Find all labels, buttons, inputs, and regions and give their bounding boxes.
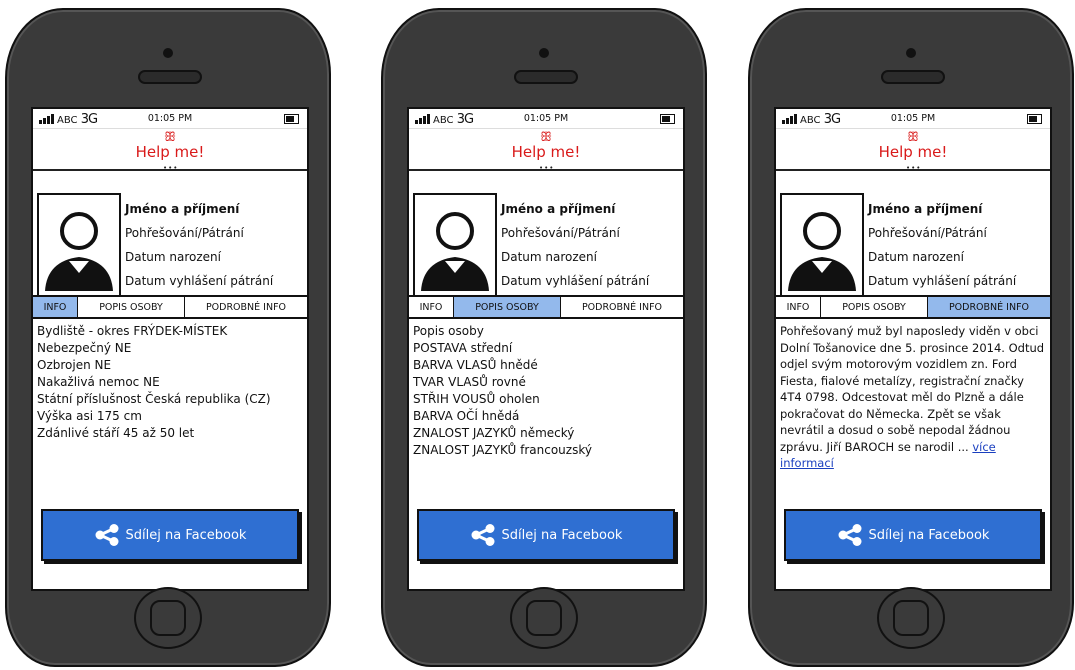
share-label: Sdílej na Facebook	[501, 527, 623, 543]
app-title: Help me!	[878, 143, 948, 161]
octopus-logo-icon: ꕥ	[539, 130, 553, 145]
details-text: Pohřešovaný muž byl naposledy viděn v ob…	[780, 324, 1045, 454]
octopus-logo-icon: ꕥ	[906, 130, 920, 145]
declared-date-label: Datum vyhlášení pátrání	[868, 274, 1017, 288]
status-time: 01:05 PM	[147, 113, 193, 124]
phone-mockup-description: ABC 3G 01:05 PM ꕥ Help me! ••• Jméno a p…	[381, 8, 707, 667]
status-bar: ABC 3G 01:05 PM	[409, 109, 683, 129]
status-bar: ABC 3G 01:05 PM	[776, 109, 1050, 129]
profile-card: Jméno a příjmení Pohřešování/Pátrání Dat…	[409, 171, 683, 297]
info-line: Ozbrojen NE	[37, 358, 112, 372]
info-line: Zdánlivé stáří 45 až 50 let	[37, 426, 195, 440]
phone-screen: ABC 3G 01:05 PM ꕥ Help me! ••• Jméno a p…	[31, 107, 309, 591]
name-label: Jméno a příjmení	[868, 202, 983, 216]
tab-details[interactable]: PODROBNÉ INFO	[561, 297, 683, 317]
declared-date-label: Datum vyhlášení pátrání	[125, 274, 274, 288]
home-button[interactable]	[510, 587, 578, 649]
tab-info[interactable]: INFO	[776, 297, 821, 317]
battery-icon	[1027, 114, 1042, 124]
description-line: BARVA OČÍ hnědá	[413, 409, 520, 423]
description-line: STŘIH VOUSŮ oholen	[413, 392, 540, 406]
app-header: ꕥ Help me! •••	[33, 129, 307, 172]
birth-date-label: Datum narození	[501, 250, 597, 264]
tab-bar: INFO POPIS OSOBY PODROBNÉ INFO	[409, 295, 683, 319]
status-label: Pohřešování/Pátrání	[125, 226, 244, 240]
battery-icon	[284, 114, 299, 124]
share-facebook-button[interactable]: Sdílej na Facebook	[784, 509, 1042, 561]
phone-screen: ABC 3G 01:05 PM ꕥ Help me! ••• Jméno a p…	[774, 107, 1052, 591]
home-button[interactable]	[134, 587, 202, 649]
profile-fields: Jméno a příjmení Pohřešování/Pátrání Dat…	[868, 197, 1016, 293]
share-label: Sdílej na Facebook	[125, 527, 247, 543]
profile-fields: Jméno a příjmení Pohřešování/Pátrání Dat…	[501, 197, 649, 293]
octopus-logo-icon: ꕥ	[163, 130, 177, 145]
share-nodes-icon	[471, 524, 495, 546]
info-line: Státní příslušnost Česká republika (CZ)	[37, 392, 271, 406]
home-square-icon	[526, 600, 562, 636]
person-avatar-icon	[37, 193, 121, 297]
description-line: BARVA VLASŮ hnědé	[413, 358, 538, 372]
home-square-icon	[893, 600, 929, 636]
profile-card: Jméno a příjmení Pohřešování/Pátrání Dat…	[776, 171, 1050, 297]
tab-description[interactable]: POPIS OSOBY	[821, 297, 928, 317]
app-header: ꕥ Help me! •••	[776, 129, 1050, 172]
app-header: ꕥ Help me! •••	[409, 129, 683, 172]
share-facebook-button[interactable]: Sdílej na Facebook	[41, 509, 299, 561]
phone-mockup-info: ABC 3G 01:05 PM ꕥ Help me! ••• Jméno a p…	[5, 8, 331, 667]
info-line: Bydliště - okres FRÝDEK-MÍSTEK	[37, 324, 228, 338]
info-line: Nebezpečný NE	[37, 341, 132, 355]
share-facebook-button[interactable]: Sdílej na Facebook	[417, 509, 675, 561]
tab-info[interactable]: INFO	[33, 297, 78, 317]
battery-icon	[660, 114, 675, 124]
declared-date-label: Datum vyhlášení pátrání	[501, 274, 650, 288]
tab-details[interactable]: PODROBNÉ INFO	[928, 297, 1050, 317]
speaker-grille	[514, 70, 578, 84]
tab-description[interactable]: POPIS OSOBY	[454, 297, 561, 317]
status-time: 01:05 PM	[523, 113, 569, 124]
home-button[interactable]	[877, 587, 945, 649]
share-label: Sdílej na Facebook	[868, 527, 990, 543]
share-nodes-icon	[95, 524, 119, 546]
description-content: Popis osoby POSTAVA střední BARVA VLASŮ …	[413, 323, 679, 459]
tab-description[interactable]: POPIS OSOBY	[78, 297, 185, 317]
birth-date-label: Datum narození	[125, 250, 221, 264]
camera-dot	[906, 48, 916, 58]
description-line: ZNALOST JAZYKŮ německý	[413, 426, 575, 440]
status-bar: ABC 3G 01:05 PM	[33, 109, 307, 129]
tab-bar: INFO POPIS OSOBY PODROBNÉ INFO	[776, 295, 1050, 319]
app-title: Help me!	[511, 143, 581, 161]
info-content: Bydliště - okres FRÝDEK-MÍSTEK Nebezpečn…	[37, 323, 303, 442]
person-avatar-icon	[413, 193, 497, 297]
share-nodes-icon	[838, 524, 862, 546]
info-line: Výška asi 175 cm	[37, 409, 142, 423]
name-label: Jméno a příjmení	[125, 202, 240, 216]
status-label: Pohřešování/Pátrání	[501, 226, 620, 240]
description-line: ZNALOST JAZYKŮ francouzský	[413, 443, 592, 457]
camera-dot	[539, 48, 549, 58]
home-square-icon	[150, 600, 186, 636]
description-line: Popis osoby	[413, 324, 484, 338]
birth-date-label: Datum narození	[868, 250, 964, 264]
description-line: POSTAVA střední	[413, 341, 513, 355]
app-title: Help me!	[135, 143, 205, 161]
tab-bar: INFO POPIS OSOBY PODROBNÉ INFO	[33, 295, 307, 319]
name-label: Jméno a příjmení	[501, 202, 616, 216]
phone-mockup-details: ABC 3G 01:05 PM ꕥ Help me! ••• Jméno a p…	[748, 8, 1074, 667]
speaker-grille	[881, 70, 945, 84]
tab-details[interactable]: PODROBNÉ INFO	[185, 297, 307, 317]
status-label: Pohřešování/Pátrání	[868, 226, 987, 240]
profile-card: Jméno a příjmení Pohřešování/Pátrání Dat…	[33, 171, 307, 297]
profile-fields: Jméno a příjmení Pohřešování/Pátrání Dat…	[125, 197, 273, 293]
person-avatar-icon	[780, 193, 864, 297]
description-line: TVAR VLASŮ rovné	[413, 375, 526, 389]
status-time: 01:05 PM	[890, 113, 936, 124]
phone-screen: ABC 3G 01:05 PM ꕥ Help me! ••• Jméno a p…	[407, 107, 685, 591]
info-line: Nakažlivá nemoc NE	[37, 375, 160, 389]
tab-info[interactable]: INFO	[409, 297, 454, 317]
speaker-grille	[138, 70, 202, 84]
camera-dot	[163, 48, 173, 58]
details-content: Pohřešovaný muž byl naposledy viděn v ob…	[780, 323, 1046, 472]
